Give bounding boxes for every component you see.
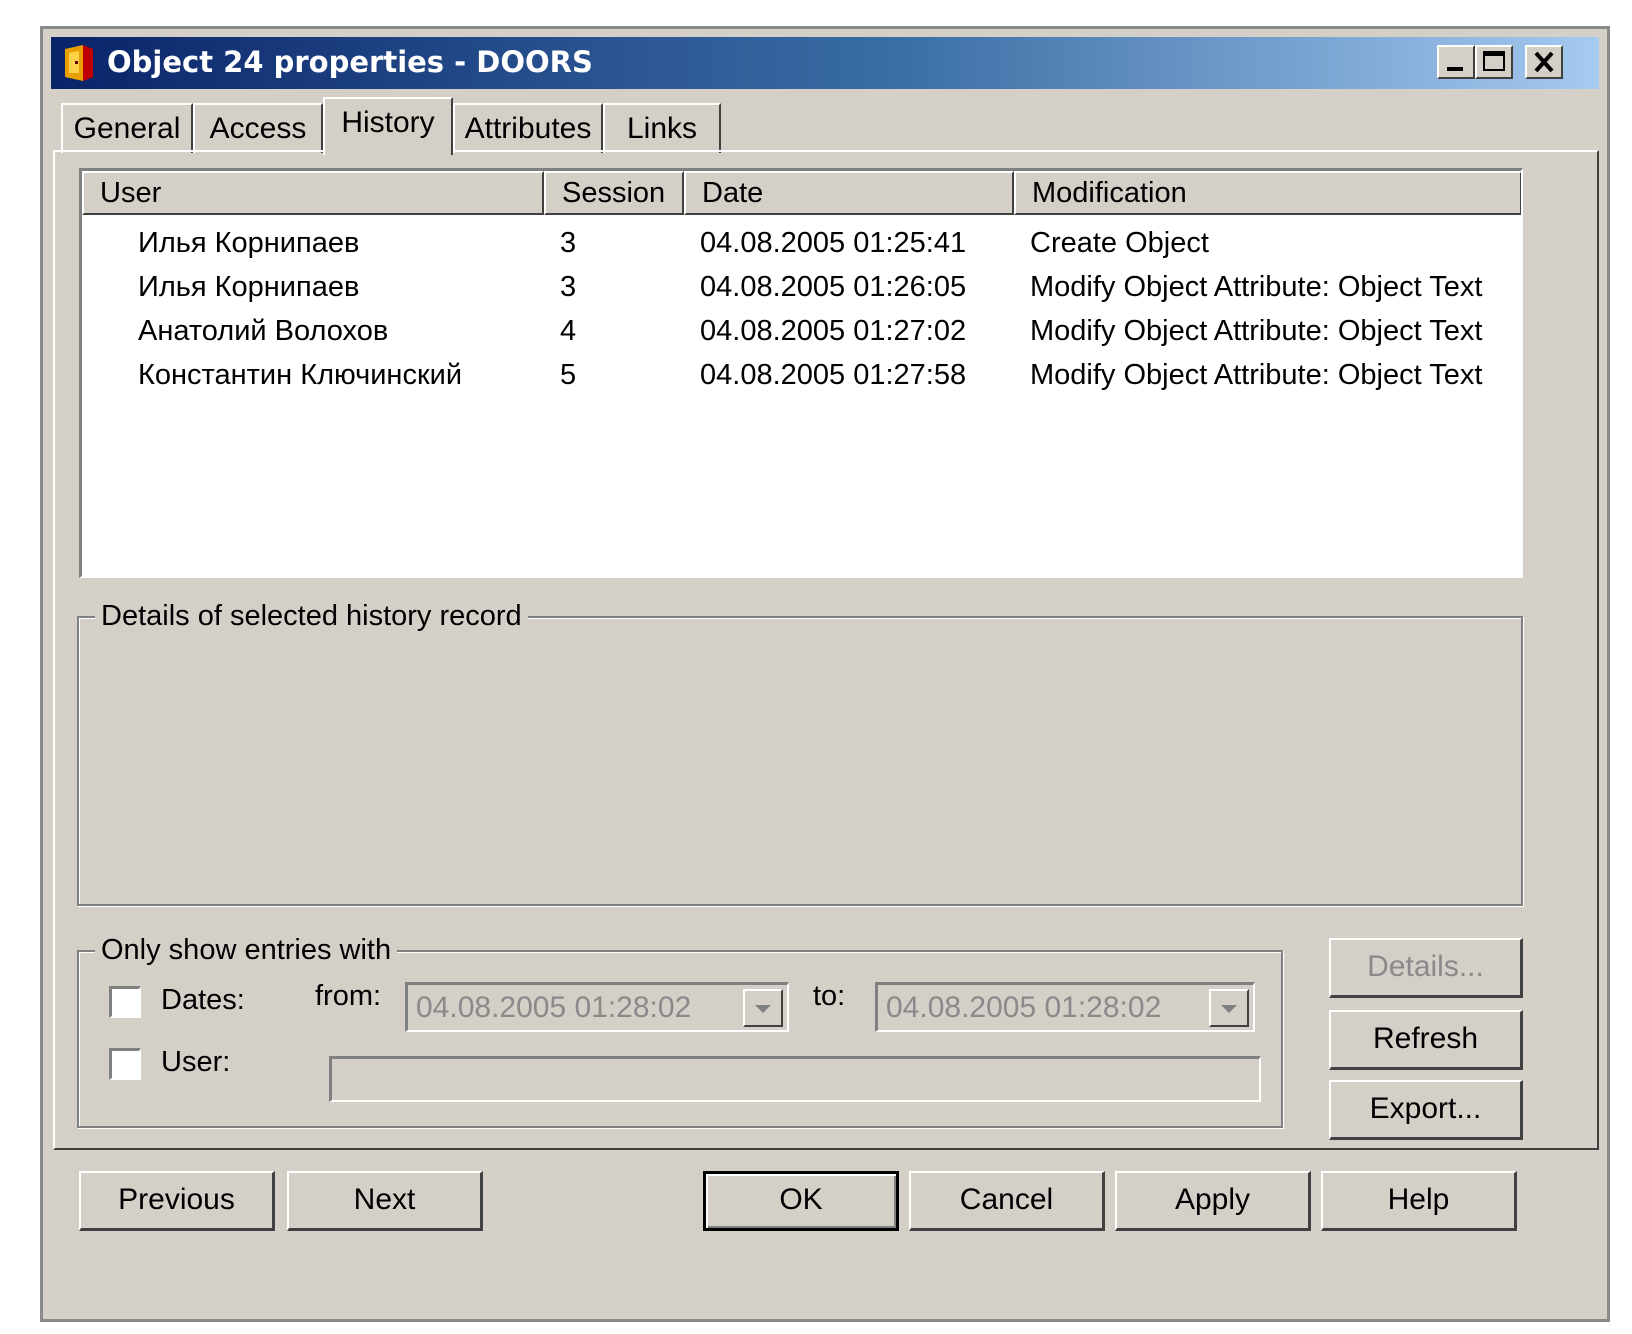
details-groupbox: Details of selected history record <box>77 598 1523 906</box>
to-label: to: <box>813 980 846 1012</box>
tab-links-label: Links <box>626 112 698 145</box>
close-button[interactable] <box>1525 45 1563 79</box>
history-date: 04.08.2005 01:26:05 <box>700 271 967 303</box>
history-modification: Modify Object Attribute: Object Text <box>1030 315 1483 347</box>
tab-attributes[interactable]: Attributes <box>453 103 603 153</box>
history-session: 3 <box>560 271 577 303</box>
history-list[interactable]: User Session Date Modification Илья Корн… <box>79 168 1523 578</box>
tab-history-label: History <box>341 106 435 139</box>
tab-strip: General Access History Attributes Links <box>61 97 861 155</box>
previous-button[interactable]: Previous <box>79 1171 275 1231</box>
tab-access-label: Access <box>209 112 307 145</box>
tab-history[interactable]: History <box>323 97 453 155</box>
tab-general[interactable]: General <box>61 103 193 153</box>
close-icon <box>1534 51 1554 73</box>
history-row[interactable]: Анатолий Волохов 4 04.08.2005 01:27:02 M… <box>82 309 1521 353</box>
help-button[interactable]: Help <box>1321 1171 1517 1231</box>
filter-groupbox: Only show entries with Dates: from: 04.0… <box>77 932 1283 1128</box>
minimize-icon <box>1447 67 1463 71</box>
history-user: Константин Ключинский <box>138 359 463 391</box>
chevron-down-icon <box>1221 1005 1237 1013</box>
filter-groupbox-label: Only show entries with <box>95 932 398 968</box>
history-row[interactable]: Илья Корнипаев 3 04.08.2005 01:25:41 Cre… <box>82 221 1521 265</box>
title-bar[interactable]: Object 24 properties - DOORS <box>51 37 1599 89</box>
column-header-user[interactable]: User <box>82 171 544 215</box>
chevron-down-icon <box>755 1005 771 1013</box>
history-user: Илья Корнипаев <box>138 227 360 259</box>
history-modification: Modify Object Attribute: Object Text <box>1030 271 1483 303</box>
history-date: 04.08.2005 01:25:41 <box>700 227 967 259</box>
export-button[interactable]: Export... <box>1329 1080 1523 1140</box>
history-session: 3 <box>560 227 577 259</box>
minimize-button[interactable] <box>1437 45 1475 79</box>
tab-access[interactable]: Access <box>193 103 323 153</box>
details-button[interactable]: Details... <box>1329 938 1523 998</box>
refresh-button[interactable]: Refresh <box>1329 1010 1523 1070</box>
properties-window: Object 24 properties - DOORS General Acc… <box>40 26 1610 1322</box>
history-panel: User Session Date Modification Илья Корн… <box>53 150 1599 1150</box>
history-row[interactable]: Константин Ключинский 5 04.08.2005 01:27… <box>82 353 1521 397</box>
user-filter-field[interactable] <box>329 1056 1261 1102</box>
to-date-value: 04.08.2005 01:28:02 <box>886 991 1162 1024</box>
from-label: from: <box>315 980 382 1012</box>
ok-button[interactable]: OK <box>703 1171 899 1231</box>
history-date: 04.08.2005 01:27:02 <box>700 315 967 347</box>
maximize-icon <box>1483 51 1505 71</box>
from-date-value: 04.08.2005 01:28:02 <box>416 991 692 1024</box>
history-date: 04.08.2005 01:27:58 <box>700 359 967 391</box>
apply-button[interactable]: Apply <box>1115 1171 1311 1231</box>
tab-links[interactable]: Links <box>603 103 721 153</box>
user-label: User: <box>161 1046 231 1078</box>
maximize-button[interactable] <box>1475 45 1513 79</box>
from-date-combo[interactable]: 04.08.2005 01:28:02 <box>405 982 789 1032</box>
tab-general-label: General <box>73 112 181 145</box>
history-modification: Create Object <box>1030 227 1209 259</box>
doors-app-icon <box>61 43 97 83</box>
history-modification: Modify Object Attribute: Object Text <box>1030 359 1483 391</box>
details-groupbox-label: Details of selected history record <box>95 598 528 634</box>
to-date-combo[interactable]: 04.08.2005 01:28:02 <box>875 982 1255 1032</box>
history-user: Илья Корнипаев <box>138 271 360 303</box>
history-row[interactable]: Илья Корнипаев 3 04.08.2005 01:26:05 Mod… <box>82 265 1521 309</box>
cancel-button[interactable]: Cancel <box>909 1171 1105 1231</box>
history-session: 5 <box>560 359 577 391</box>
from-date-dropdown-button[interactable] <box>743 989 783 1027</box>
next-button[interactable]: Next <box>287 1171 483 1231</box>
history-session: 4 <box>560 315 577 347</box>
window-title: Object 24 properties - DOORS <box>107 45 593 79</box>
history-list-header: User Session Date Modification <box>82 171 1521 215</box>
column-header-date[interactable]: Date <box>684 171 1014 215</box>
history-user: Анатолий Волохов <box>138 315 389 347</box>
user-checkbox[interactable] <box>109 1048 141 1080</box>
to-date-dropdown-button[interactable] <box>1209 989 1249 1027</box>
column-header-session[interactable]: Session <box>544 171 684 215</box>
dates-label: Dates: <box>161 984 245 1016</box>
column-header-modification[interactable]: Modification <box>1014 171 1521 215</box>
tab-attributes-label: Attributes <box>464 112 592 145</box>
dates-checkbox[interactable] <box>109 986 141 1018</box>
